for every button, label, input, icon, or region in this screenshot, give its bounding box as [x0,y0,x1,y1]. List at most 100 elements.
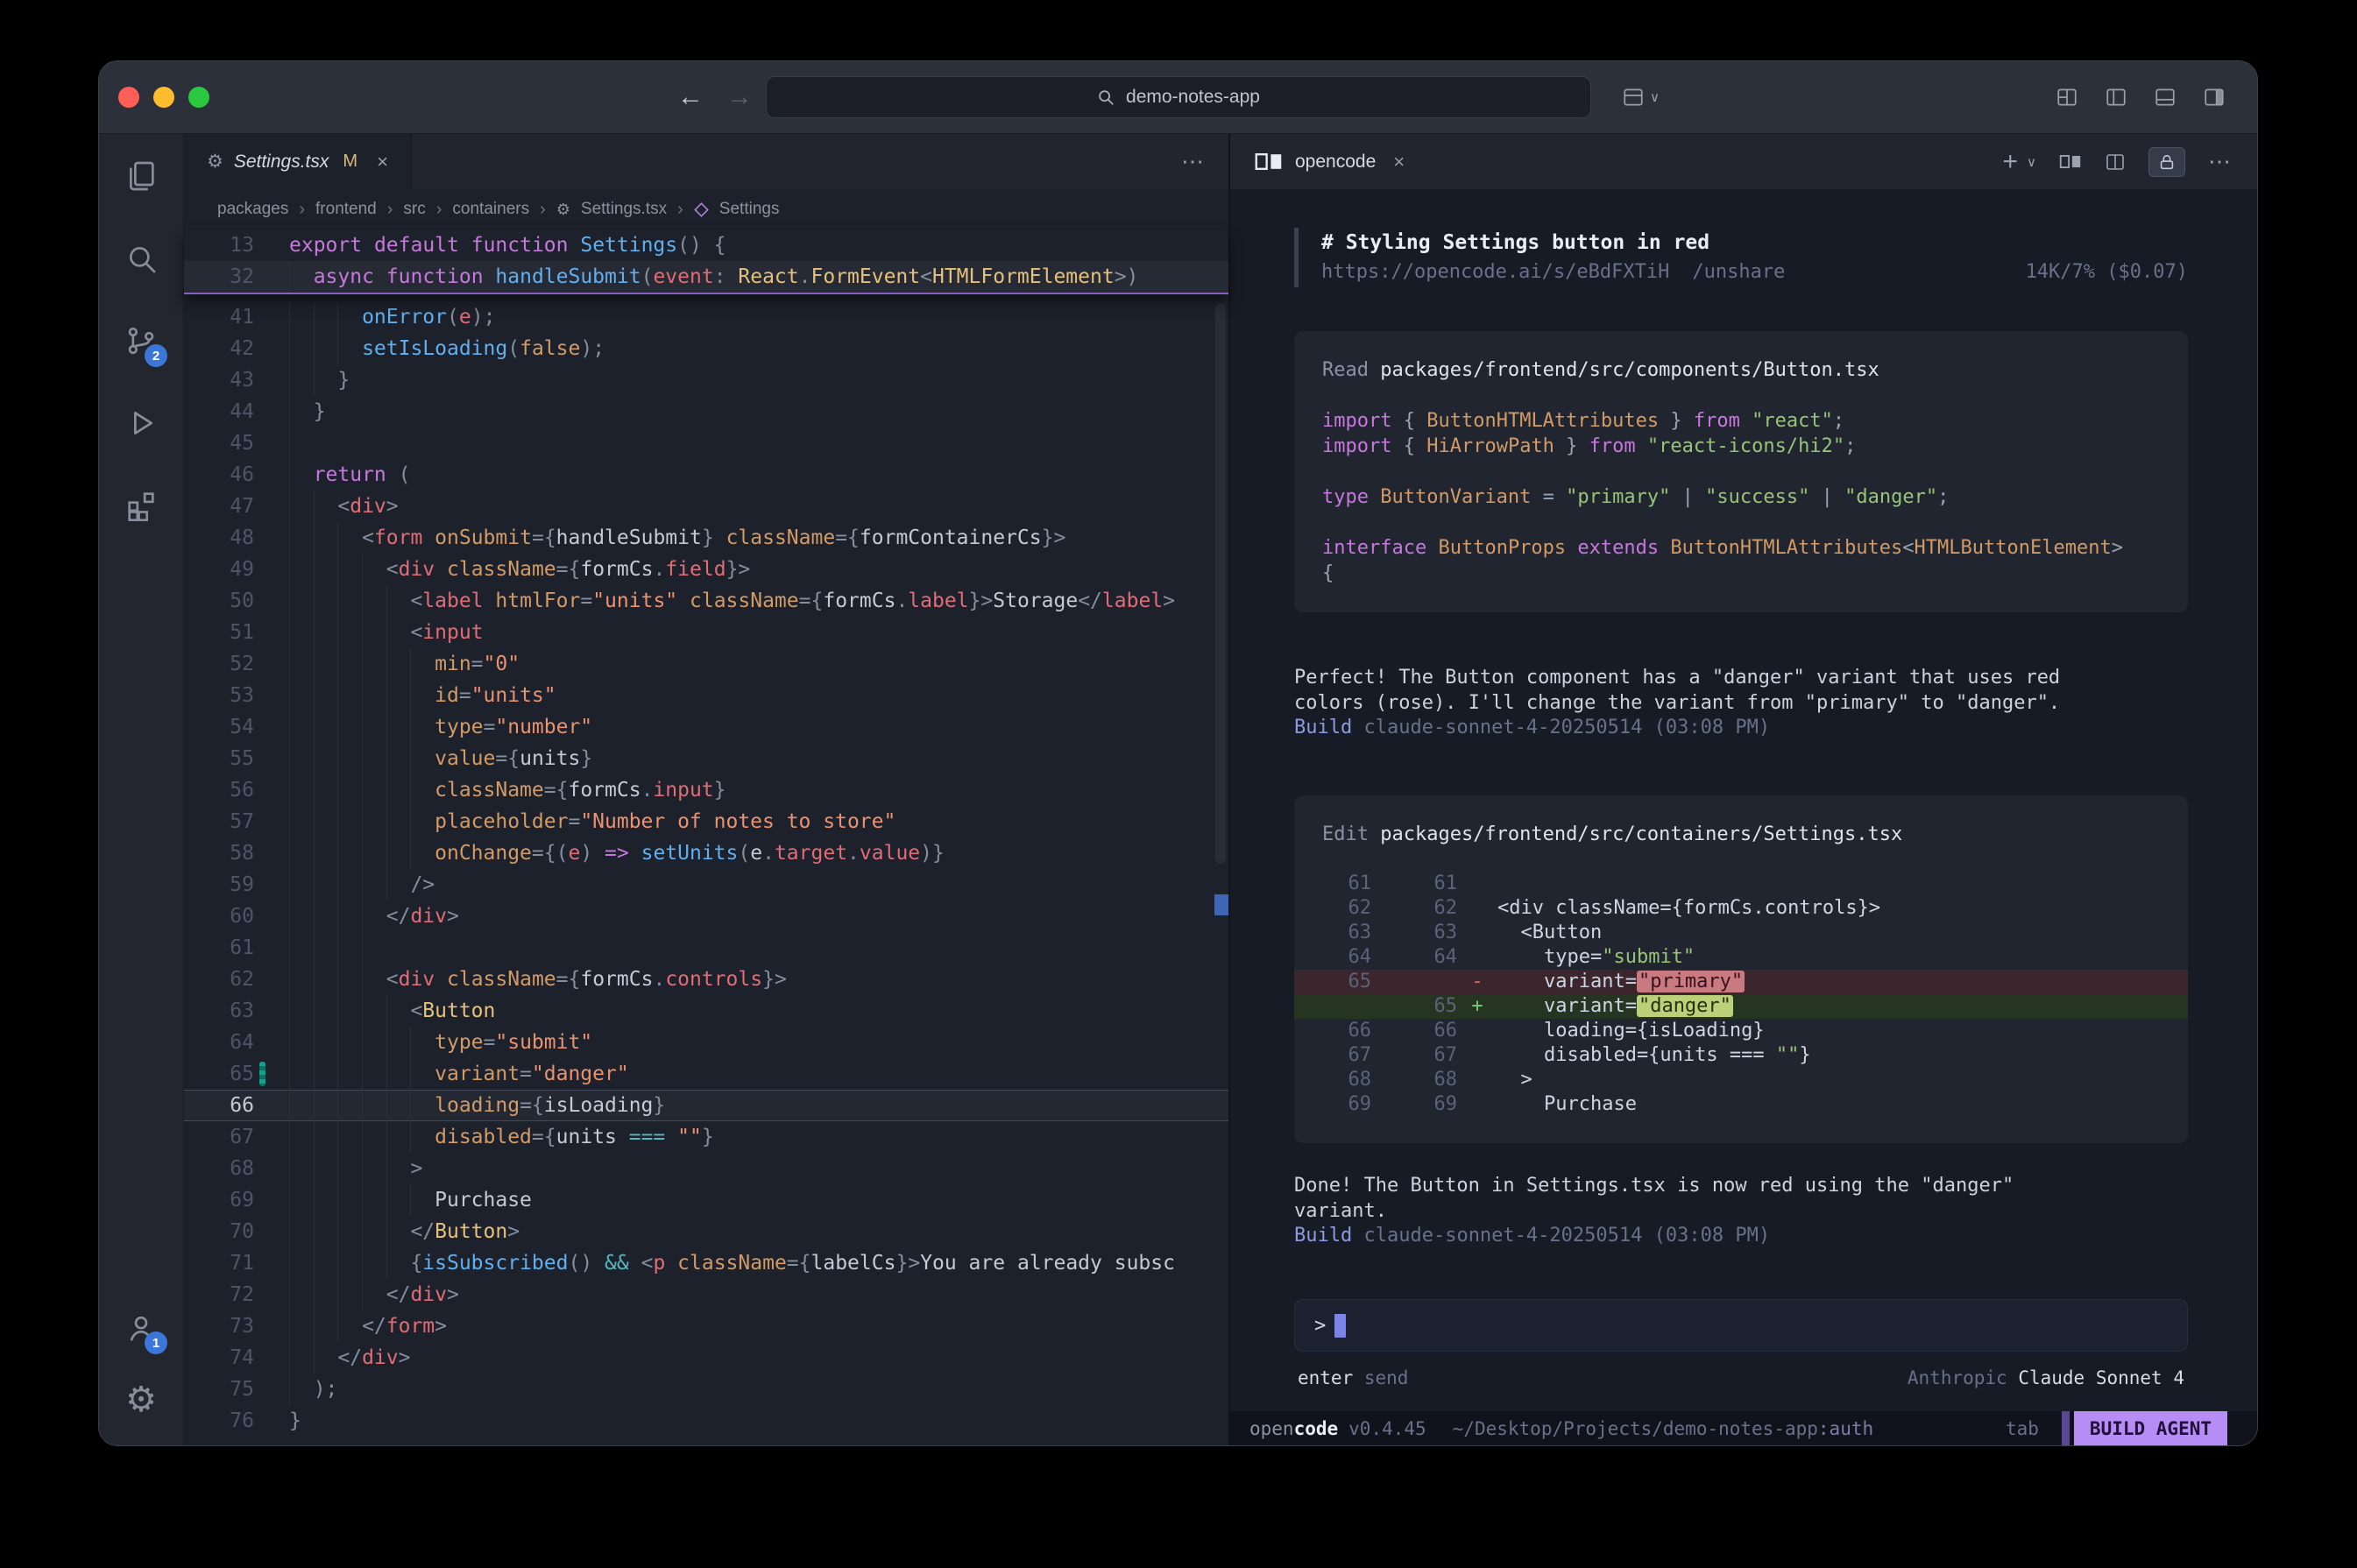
tab-settings-tsx[interactable]: ⚙ Settings.tsx M × [184,134,412,189]
code-line-76[interactable]: 76} [184,1405,1228,1437]
code-line-52[interactable]: 52min="0" [184,648,1228,680]
new-terminal-button[interactable]: + [2002,149,2018,175]
code-line-68[interactable]: 68> [184,1153,1228,1184]
build-agent-badge[interactable]: BUILD AGENT [2074,1411,2227,1445]
code-editor[interactable]: 41onError(e);42setIsLoading(false);43}44… [184,294,1228,1445]
code-line-56[interactable]: 56className={formCs.input} [184,774,1228,806]
lock-toggle[interactable] [2148,147,2185,177]
code-line-42[interactable]: 42setIsLoading(false); [184,333,1228,364]
code-line-61[interactable]: 61 [184,932,1228,964]
code-line-57[interactable]: 57placeholder="Number of notes to store" [184,806,1228,837]
code-line-54[interactable]: 54type="number" [184,711,1228,743]
breadcrumb-item-packages[interactable]: packages [217,200,288,219]
toggle-panel-icon[interactable] [2154,86,2177,109]
diff-row-ctx: 6464 type="submit" [1294,945,2188,970]
code-line-71[interactable]: 71{isSubscribed() && <p className={label… [184,1247,1228,1279]
search-icon [1096,88,1115,107]
code-line-70[interactable]: 70</Button> [184,1216,1228,1247]
version-label: v0.4.45 [1348,1418,1426,1439]
code-line-62[interactable]: 62<div className={formCs.controls}> [184,964,1228,995]
extensions-view-button[interactable] [117,483,166,528]
navigate-back-button[interactable]: ← [677,82,704,112]
tab-label: Settings.tsx [234,152,329,173]
breadcrumb-item-symbol[interactable]: Settings [719,200,780,219]
sticky-scroll[interactable]: 13export default function Settings() {32… [184,230,1228,294]
opencode-glyph-icon[interactable] [2059,155,2082,168]
code-line-48[interactable]: 48<form onSubmit={handleSubmit} classNam… [184,522,1228,554]
breadcrumb-item-frontend[interactable]: frontend [315,200,377,219]
gear-icon: ⚙ [125,1382,157,1417]
minimize-window-button[interactable] [153,87,174,108]
code-line-47[interactable]: 47<div> [184,491,1228,522]
code-line-59[interactable]: 59/> [184,869,1228,901]
code-line-51[interactable]: 51<input [184,617,1228,648]
code-line-73[interactable]: 73</form> [184,1310,1228,1342]
code-line-44[interactable]: 44} [184,396,1228,427]
code-line-63[interactable]: 63<Button [184,995,1228,1027]
toggle-secondary-sidebar-icon[interactable] [2203,86,2226,109]
zoom-window-button[interactable] [188,87,209,108]
search-view-button[interactable] [117,236,166,281]
tool-output-line: interface ButtonProps extends ButtonHTML… [1322,535,2160,561]
code-line-53[interactable]: 53id="units" [184,680,1228,711]
activity-bar: 2 1 ⚙ [99,134,184,1445]
prompt-area: > enter send Anthropic Claude Sonnet 4 [1294,1299,2188,1388]
scrollbar-thumb[interactable] [1215,303,1226,864]
settings-gear-button[interactable]: ⚙ [117,1377,166,1423]
code-line-13[interactable]: 13export default function Settings() { [184,230,1228,261]
customize-layout-icon[interactable] [2056,86,2078,109]
edit-tool-card: Edit packages/frontend/src/containers/Se… [1294,795,2188,1143]
diff-row-del: 65- variant="primary" [1294,970,2188,994]
tab-hint: tab [2006,1418,2039,1439]
panel-more-actions-button[interactable]: ⋯ [2208,148,2231,175]
panel-close-button[interactable]: × [1393,151,1405,173]
account-button[interactable]: 1 [117,1305,166,1351]
tab-opencode[interactable]: opencode × [1255,151,1405,173]
unshare-link[interactable]: /unshare [1692,258,1785,287]
code-line-55[interactable]: 55value={units} [184,743,1228,774]
code-line-66[interactable]: 66loading={isLoading} [184,1090,1228,1121]
split-terminal-icon[interactable] [2105,152,2126,173]
session-title: # Styling Settings button in red [1321,228,2188,258]
command-center-search[interactable]: demo-notes-app [766,76,1591,118]
code-line-69[interactable]: 69Purchase [184,1184,1228,1216]
navigate-forward-button[interactable]: → [726,82,753,112]
explorer-view-button[interactable] [117,153,166,199]
source-control-view-button[interactable]: 2 [117,318,166,364]
code-line-72[interactable]: 72</div> [184,1279,1228,1310]
code-line-75[interactable]: 75); [184,1374,1228,1405]
close-window-button[interactable] [118,87,139,108]
read-tool-card: Read packages/frontend/src/components/Bu… [1294,331,2188,612]
layout-selector-icon [1622,86,1645,109]
code-line-43[interactable]: 43} [184,364,1228,396]
run-debug-view-button[interactable] [117,400,166,446]
code-line-60[interactable]: 60</div> [184,901,1228,932]
code-line-32[interactable]: 32async function handleSubmit(event: Rea… [184,261,1228,293]
code-line-50[interactable]: 50<label htmlFor="units" className={form… [184,585,1228,617]
breadcrumb-separator: › [299,200,305,220]
code-line-74[interactable]: 74</div> [184,1342,1228,1374]
code-line-41[interactable]: 41onError(e); [184,301,1228,333]
code-line-65[interactable]: 65variant="danger" [184,1058,1228,1090]
chevron-down-icon[interactable]: ∨ [2027,154,2036,170]
sash-indicator[interactable] [1214,894,1228,915]
toggle-primary-sidebar-icon[interactable] [2105,86,2127,109]
code-line-45[interactable]: 45 [184,427,1228,459]
breadcrumb-item-containers[interactable]: containers [452,200,529,219]
code-line-46[interactable]: 46return ( [184,459,1228,491]
prompt-input[interactable]: > [1294,1299,2188,1352]
code-line-49[interactable]: 49<div className={formCs.field}> [184,554,1228,585]
code-line-64[interactable]: 64type="submit" [184,1027,1228,1058]
editor-more-actions-button[interactable]: ⋯ [1181,148,1204,175]
tab-close-button[interactable]: × [377,151,388,173]
code-line-58[interactable]: 58onChange={(e) => setUnits(e.target.val… [184,837,1228,869]
session-share-url[interactable]: https://opencode.ai/s/eBdFXTiH [1321,258,1669,287]
prompt-symbol: > [1314,1315,1326,1337]
session-header: # Styling Settings button in red https:/… [1294,228,2188,287]
layout-selector[interactable]: ∨ [1622,61,1660,133]
message-line: Done! The Button in Settings.tsx is now … [1294,1173,2188,1198]
files-icon [124,159,159,194]
breadcrumb-item-src[interactable]: src [403,200,425,219]
code-line-67[interactable]: 67disabled={units === ""} [184,1121,1228,1153]
breadcrumb-item-file[interactable]: Settings.tsx [581,200,667,219]
